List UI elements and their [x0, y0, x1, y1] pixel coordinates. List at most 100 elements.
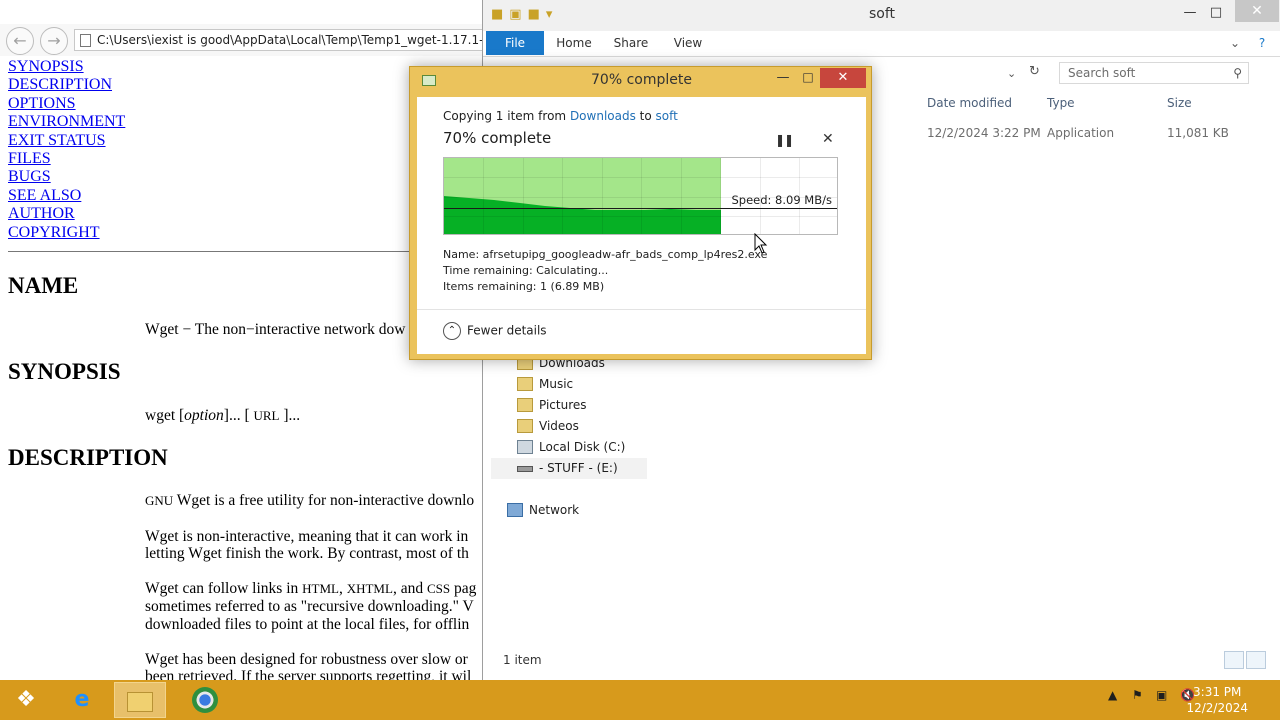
- copying-to-word: to: [635, 109, 656, 123]
- nav-item-videos[interactable]: Videos: [515, 416, 579, 437]
- taskbar: ❖ e ▲ ⚑ ▣ 🔇 3:31 PM 12/2/2024: [0, 680, 1280, 720]
- toc-link-bugs[interactable]: BUGS: [8, 168, 125, 186]
- music-folder-icon: [517, 377, 533, 391]
- toc-link-options[interactable]: OPTIONS: [8, 95, 125, 113]
- internet-explorer-icon[interactable]: e: [58, 682, 106, 718]
- address-text: C:\Users\iexist is good\AppData\Local\Te…: [97, 33, 482, 47]
- destination-link[interactable]: soft: [656, 109, 678, 123]
- desc-gnu: GNU: [145, 493, 174, 508]
- desc3-sep: ,: [338, 580, 347, 597]
- column-size[interactable]: Size: [1167, 96, 1192, 110]
- local-disk-icon: [517, 440, 533, 454]
- fewer-details-label: Fewer details: [467, 323, 547, 338]
- ribbon-expand-icon[interactable]: ⌄: [1227, 31, 1243, 55]
- videos-folder-icon: [517, 419, 533, 433]
- tab-home[interactable]: Home: [553, 31, 595, 55]
- network-tray-icon[interactable]: ▣: [1156, 688, 1167, 702]
- clock-time: 3:31 PM: [1193, 685, 1242, 699]
- explorer-titlebar: ■▣■▾ soft — □ ✕: [483, 0, 1280, 31]
- file-explorer-taskbar-button[interactable]: [114, 682, 166, 718]
- dialog-minimize-button[interactable]: —: [772, 70, 794, 90]
- address-dropdown-icon[interactable]: ⌄: [1007, 67, 1016, 80]
- toc-link-description[interactable]: DESCRIPTION: [8, 76, 125, 94]
- description-paragraph-2b: letting Wget finish the work. By contras…: [145, 545, 469, 562]
- nav-label-local-disk: Local Disk (C:): [539, 440, 626, 454]
- chrome-taskbar-button[interactable]: [180, 682, 230, 718]
- description-paragraph-4b: been retrieved. If the server supports r…: [145, 668, 472, 680]
- nav-item-local-disk[interactable]: Local Disk (C:): [515, 437, 625, 458]
- network-icon: [507, 503, 523, 517]
- desc3-and: , and: [392, 580, 427, 597]
- nav-item-music[interactable]: Music: [515, 374, 573, 395]
- nav-label-stuff-drive: - STUFF - (E:): [539, 461, 618, 475]
- tab-file[interactable]: File: [486, 31, 544, 55]
- dialog-body: Copying 1 item from Downloads to soft 70…: [417, 97, 866, 354]
- view-buttons: [1222, 651, 1266, 672]
- toc-link-exit-status[interactable]: EXIT STATUS: [8, 132, 125, 150]
- status-bar-item-count: 1 item: [503, 653, 542, 667]
- nav-item-pictures[interactable]: Pictures: [515, 395, 587, 416]
- nav-label-network: Network: [529, 503, 580, 517]
- description-paragraph-2a: Wget is non-interactive, meaning that it…: [145, 528, 469, 545]
- search-input[interactable]: Search soft ⚲: [1059, 62, 1249, 84]
- refresh-icon[interactable]: ↻: [1029, 64, 1040, 79]
- nav-item-stuff-drive[interactable]: - STUFF - (E:): [491, 458, 647, 479]
- desc3-pre: Wget can follow links in: [145, 580, 303, 597]
- file-date: 12/2/2024 3:22 PM: [927, 126, 1041, 140]
- explorer-maximize-button[interactable]: □: [1201, 2, 1231, 26]
- synopsis-url: URL: [253, 408, 280, 423]
- details-view-icon[interactable]: [1224, 651, 1244, 669]
- graph-gridline: [483, 158, 484, 234]
- synopsis-mid: ]... [: [223, 407, 254, 424]
- page-icon: [80, 34, 91, 47]
- graph-gridline: [681, 158, 682, 234]
- items-remaining-label: Items remaining:: [443, 280, 537, 293]
- name-row: Name: afrsetupipg_googleadw-afr_bads_com…: [443, 248, 767, 261]
- toc-link-see-also[interactable]: SEE ALSO: [8, 187, 125, 205]
- pause-button[interactable]: ❚❚: [775, 133, 794, 147]
- explorer-close-button[interactable]: ✕: [1235, 0, 1279, 22]
- transfer-speed-graph: Speed: 8.09 MB/s: [443, 157, 838, 235]
- items-remaining-row: Items remaining: 1 (6.89 MB): [443, 280, 604, 293]
- synopsis-pre: wget [: [145, 407, 185, 424]
- fewer-details-button[interactable]: ⌃ Fewer details: [443, 322, 547, 340]
- help-icon[interactable]: ?: [1253, 31, 1271, 55]
- desc3-html: HTML: [302, 581, 339, 596]
- toc-link-synopsis[interactable]: SYNOPSIS: [8, 58, 125, 76]
- column-type[interactable]: Type: [1047, 96, 1075, 110]
- dialog-close-button[interactable]: ✕: [820, 68, 866, 88]
- time-remaining-value: Calculating...: [536, 264, 609, 277]
- nav-item-network[interactable]: Network: [505, 500, 579, 521]
- heading-synopsis: SYNOPSIS: [8, 359, 121, 384]
- speed-readout: Speed: 8.09 MB/s: [731, 193, 832, 207]
- file-size: 11,081 KB: [1167, 126, 1229, 140]
- drive-icon: [517, 466, 533, 472]
- back-button[interactable]: ←: [6, 27, 34, 55]
- dialog-maximize-button[interactable]: □: [797, 70, 819, 90]
- action-center-flag-icon[interactable]: ⚑: [1132, 688, 1143, 702]
- show-hidden-icons-button[interactable]: ▲: [1108, 688, 1117, 702]
- cancel-button[interactable]: ✕: [822, 131, 834, 147]
- address-bar[interactable]: C:\Users\iexist is good\AppData\Local\Te…: [74, 29, 482, 51]
- forward-button[interactable]: →: [40, 27, 68, 55]
- source-link[interactable]: Downloads: [570, 109, 636, 123]
- desc3-post: pag: [450, 580, 477, 597]
- desc3-xhtml: XHTML: [346, 581, 393, 596]
- nav-label-videos: Videos: [539, 419, 579, 433]
- browser-address-row: ← → C:\Users\iexist is good\AppData\Loca…: [0, 24, 482, 56]
- toc-link-environment[interactable]: ENVIRONMENT: [8, 113, 125, 131]
- heading-description: DESCRIPTION: [8, 445, 168, 470]
- large-icons-view-icon[interactable]: [1246, 651, 1266, 669]
- search-icon: ⚲: [1233, 66, 1242, 80]
- start-button[interactable]: ❖: [0, 682, 52, 718]
- mouse-cursor-icon: [754, 233, 768, 254]
- toc-link-files[interactable]: FILES: [8, 150, 125, 168]
- nav-label-music: Music: [539, 377, 574, 391]
- tab-view[interactable]: View: [667, 31, 709, 55]
- column-date-modified[interactable]: Date modified: [927, 96, 1012, 110]
- tab-share[interactable]: Share: [609, 31, 653, 55]
- toc-link-copyright[interactable]: COPYRIGHT: [8, 224, 125, 242]
- synopsis-post: ]...: [279, 407, 301, 424]
- system-clock[interactable]: 3:31 PM 12/2/2024: [1186, 684, 1248, 716]
- toc-link-author[interactable]: AUTHOR: [8, 205, 125, 223]
